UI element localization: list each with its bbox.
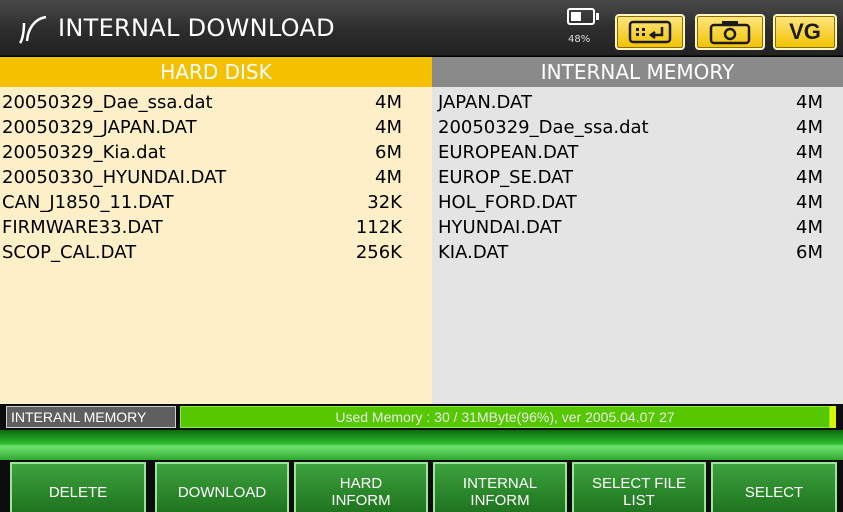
file-name: EUROPEAN.DAT <box>438 142 579 163</box>
list-item[interactable]: 20050329_Kia.dat 6M <box>0 140 432 165</box>
keyboard-button[interactable] <box>615 14 685 50</box>
download-button-label: DOWNLOAD <box>177 483 267 501</box>
file-name: 20050329_Dae_ssa.dat <box>2 92 213 113</box>
hard-disk-header[interactable]: HARD DISK <box>0 57 432 87</box>
file-size: 6M <box>796 242 823 263</box>
battery-icon <box>567 8 599 25</box>
battery-percent: 48% <box>568 34 591 45</box>
logo-icon <box>18 15 47 44</box>
file-name: HOL_FORD.DAT <box>438 192 577 213</box>
select-file-list-button[interactable]: SELECT FILE LIST <box>572 462 706 512</box>
delete-button[interactable]: DELETE <box>10 462 146 512</box>
file-name: 20050329_JAPAN.DAT <box>2 117 197 138</box>
select-button-label: SELECT <box>744 483 804 501</box>
internal-memory-header[interactable]: INTERNAL MEMORY <box>432 57 843 87</box>
divider-stripe <box>0 430 843 460</box>
file-name: JAPAN.DAT <box>438 92 532 113</box>
file-size: 4M <box>796 117 823 138</box>
file-size: 32K <box>367 192 402 213</box>
list-item[interactable]: KIA.DAT 6M <box>432 240 843 265</box>
status-label: INTERANL MEMORY <box>6 406 176 428</box>
file-size: 112K <box>355 217 402 238</box>
camera-icon <box>709 21 751 45</box>
keyboard-enter-icon <box>628 20 672 44</box>
list-item[interactable]: 20050329_JAPAN.DAT 4M <box>0 115 432 140</box>
list-item[interactable]: 20050329_Dae_ssa.dat 4M <box>432 115 843 140</box>
status-bar: INTERANL MEMORY Used Memory : 30 / 31MBy… <box>0 404 843 430</box>
file-size: 4M <box>796 167 823 188</box>
file-size: 4M <box>796 92 823 113</box>
list-item[interactable]: EUROPEAN.DAT 4M <box>432 140 843 165</box>
camera-button[interactable] <box>695 14 765 50</box>
select-file-list-button-label: SELECT FILE LIST <box>592 475 686 509</box>
file-name: 20050329_Dae_ssa.dat <box>438 117 649 138</box>
file-name: EUROP_SE.DAT <box>438 167 574 188</box>
list-item[interactable]: JAPAN.DAT 4M <box>432 90 843 115</box>
file-size: 4M <box>796 142 823 163</box>
list-item[interactable]: 20050330_HYUNDAI.DAT 4M <box>0 165 432 190</box>
delete-button-label: DELETE <box>48 483 108 501</box>
file-size: 4M <box>375 117 402 138</box>
file-size: 256K <box>355 242 402 263</box>
download-button[interactable]: DOWNLOAD <box>155 462 289 512</box>
function-button-bar: DELETE DOWNLOAD HARD INFORM INTERNAL INF… <box>0 460 843 512</box>
title-bar: INTERNAL DOWNLOAD 48% VG <box>0 0 843 56</box>
list-item[interactable]: SCOP_CAL.DAT 256K <box>0 240 432 265</box>
list-item[interactable]: FIRMWARE33.DAT 112K <box>0 215 432 240</box>
list-item[interactable]: CAN_J1850_11.DAT 32K <box>0 190 432 215</box>
file-name: 20050329_Kia.dat <box>2 142 166 163</box>
list-item[interactable]: HYUNDAI.DAT 4M <box>432 215 843 240</box>
hard-inform-button-label: HARD INFORM <box>331 475 391 509</box>
list-item[interactable]: 20050329_Dae_ssa.dat 4M <box>0 90 432 115</box>
hard-disk-file-list[interactable]: 20050329_Dae_ssa.dat 4M 20050329_JAPAN.DA… <box>0 87 432 404</box>
file-size: 4M <box>796 192 823 213</box>
list-item[interactable]: EUROP_SE.DAT 4M <box>432 165 843 190</box>
internal-memory-file-list[interactable]: JAPAN.DAT 4M 20050329_Dae_ssa.dat 4M EUROP… <box>432 87 843 404</box>
list-item[interactable]: HOL_FORD.DAT 4M <box>432 190 843 215</box>
file-size: 4M <box>375 167 402 188</box>
status-message: Used Memory : 30 / 31MByte(96%), ver 200… <box>180 406 830 428</box>
vg-button[interactable]: VG <box>773 14 837 50</box>
file-name: 20050330_HYUNDAI.DAT <box>2 167 227 188</box>
file-name: CAN_J1850_11.DAT <box>2 192 174 213</box>
file-name: FIRMWARE33.DAT <box>2 217 163 238</box>
file-name: KIA.DAT <box>438 242 509 263</box>
file-name: SCOP_CAL.DAT <box>2 242 137 263</box>
file-name: HYUNDAI.DAT <box>438 217 562 238</box>
file-size: 4M <box>375 92 402 113</box>
window-title: INTERNAL DOWNLOAD <box>58 14 335 42</box>
internal-inform-button-label: INTERNAL INFORM <box>462 475 538 509</box>
file-size: 4M <box>796 217 823 238</box>
hard-inform-button[interactable]: HARD INFORM <box>294 462 428 512</box>
file-size: 6M <box>375 142 402 163</box>
select-button[interactable]: SELECT <box>711 462 837 512</box>
battery-indicator: 48% <box>563 6 607 52</box>
internal-inform-button[interactable]: INTERNAL INFORM <box>433 462 567 512</box>
status-end-marker <box>830 406 836 428</box>
